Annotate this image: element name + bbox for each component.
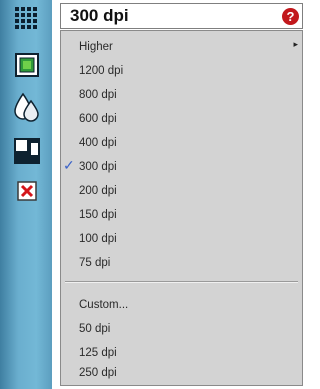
menu-item-400-dpi[interactable]: 400 dpi — [61, 131, 302, 154]
checkmark-icon: ✓ — [63, 157, 75, 173]
menu-item-100-dpi[interactable]: 100 dpi — [61, 227, 302, 250]
menu-item-label: 200 dpi — [79, 184, 117, 197]
resolution-value: 300 dpi — [70, 6, 129, 25]
menu-separator — [65, 281, 298, 283]
menu-item-50-dpi[interactable]: 50 dpi — [61, 317, 302, 340]
menu-item-label: 100 dpi — [79, 232, 117, 245]
menu-item-higher[interactable]: Higher ▸ — [61, 35, 302, 58]
remove-icon[interactable] — [12, 176, 42, 206]
resolution-dropdown-menu: Higher ▸ 1200 dpi 800 dpi 600 dpi 400 dp… — [60, 30, 303, 386]
submenu-arrow-icon: ▸ — [293, 39, 298, 49]
menu-item-250-dpi[interactable]: 250 dpi — [61, 361, 302, 384]
menu-item-label: Custom... — [79, 298, 129, 311]
menu-item-75-dpi[interactable]: 75 dpi — [61, 251, 302, 274]
menu-item-800-dpi[interactable]: 800 dpi — [61, 83, 302, 106]
menu-item-300-dpi[interactable]: ✓ 300 dpi — [61, 155, 302, 178]
menu-item-label: 50 dpi — [79, 322, 111, 335]
menu-item-150-dpi[interactable]: 150 dpi — [61, 203, 302, 226]
menu-item-200-dpi[interactable]: 200 dpi — [61, 179, 302, 202]
menu-item-label: 600 dpi — [79, 112, 117, 125]
menu-item-600-dpi[interactable]: 600 dpi — [61, 107, 302, 130]
fill-icon[interactable] — [12, 136, 42, 166]
menu-item-1200-dpi[interactable]: 1200 dpi — [61, 59, 302, 82]
grip-icon[interactable] — [12, 4, 40, 32]
menu-item-label: Higher — [79, 40, 113, 53]
menu-item-label: 800 dpi — [79, 88, 117, 101]
menu-item-label: 1200 dpi — [79, 64, 124, 77]
menu-item-label: 400 dpi — [79, 136, 117, 149]
color-box-icon[interactable] — [12, 50, 42, 80]
ink-drops-icon[interactable] — [12, 92, 42, 122]
menu-item-label: 250 dpi — [79, 366, 117, 379]
menu-item-label: 75 dpi — [79, 256, 111, 269]
toolbar-sidebar — [0, 0, 52, 389]
resolution-combobox[interactable]: 300 dpi ? — [60, 3, 303, 29]
menu-item-label: 125 dpi — [79, 346, 117, 359]
help-icon[interactable]: ? — [282, 7, 299, 25]
menu-item-custom[interactable]: Custom... — [61, 293, 302, 316]
menu-item-label: 150 dpi — [79, 208, 117, 221]
